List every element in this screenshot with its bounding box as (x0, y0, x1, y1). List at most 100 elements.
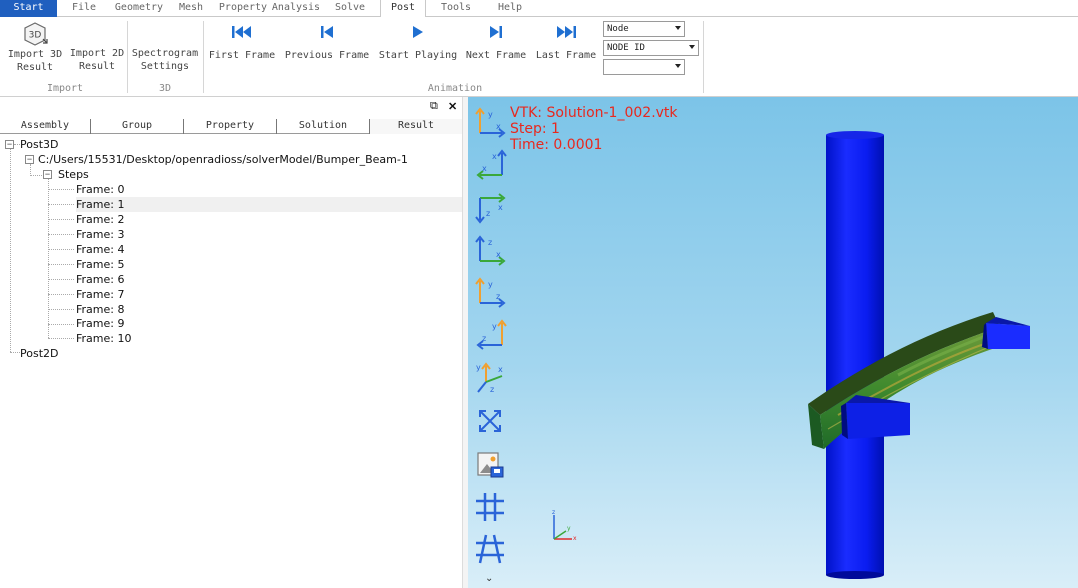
menu-geometry[interactable]: Geometry (110, 0, 168, 17)
tree-steps[interactable]: Steps (58, 167, 89, 182)
vtk-viewport[interactable]: VTK: Solution-1_002.vtk Step: 1 Time: 0.… (468, 97, 1078, 588)
start-playing-button[interactable]: Start Playing (376, 24, 460, 62)
tree-connector (48, 219, 74, 220)
crash-box-right (982, 317, 1030, 349)
frame-item[interactable]: Frame: 10 (76, 331, 131, 346)
view-yx-button[interactable]: x x (472, 147, 508, 185)
import-2d-result-button[interactable]: Import 2D Result (66, 47, 128, 73)
frame-item[interactable]: Frame: 6 (76, 272, 124, 287)
frame-item[interactable]: Frame: 7 (76, 287, 124, 302)
view-xz-icon: x z (475, 193, 506, 224)
mesh-grid-icon (476, 493, 504, 521)
tree-connector (48, 234, 74, 235)
previous-frame-button[interactable]: Previous Frame (282, 24, 372, 62)
screenshot-icon (477, 452, 504, 478)
svg-text:y: y (488, 110, 493, 119)
screenshot-button[interactable] (472, 447, 508, 485)
node-id-select[interactable]: NODE ID (603, 40, 699, 56)
view-xy-button[interactable]: y x (472, 105, 508, 143)
svg-text:y: y (488, 280, 493, 289)
tree-connector (48, 179, 49, 338)
crash-box-front (986, 323, 1030, 349)
view-xz-button[interactable]: x z (472, 190, 508, 228)
view-yz-button[interactable]: y z (472, 317, 508, 355)
tree-expander[interactable]: − (25, 155, 34, 164)
result-type-value: Node (607, 24, 629, 34)
tree-expander[interactable]: − (5, 140, 14, 149)
frame-item[interactable]: Frame: 5 (76, 257, 124, 272)
last-frame-button[interactable]: Last Frame (532, 24, 600, 62)
tree-expander[interactable]: − (43, 170, 52, 179)
spectrogram-settings-button[interactable]: Spectrogram Settings (130, 47, 200, 73)
previous-frame-label: Previous Frame (284, 50, 370, 61)
chevron-down-icon (675, 64, 681, 68)
frame-item[interactable]: Frame: 4 (76, 242, 124, 257)
tab-solution[interactable]: Solution (277, 119, 370, 134)
menu-tools[interactable]: Tools (432, 0, 480, 17)
component-select[interactable] (603, 59, 685, 75)
view-zy-icon: y z (475, 277, 506, 308)
tree-root-post2d[interactable]: Post2D (20, 346, 58, 361)
svg-text:z: z (552, 509, 555, 516)
pole-top (826, 131, 884, 139)
frame-item[interactable]: Frame: 8 (76, 302, 124, 317)
tab-result[interactable]: Result (370, 119, 462, 134)
isometric-view-button[interactable]: y x z (472, 360, 508, 398)
menu-start[interactable]: Start (0, 0, 57, 17)
tree-connector (10, 352, 20, 353)
first-frame-button[interactable]: First Frame (206, 24, 278, 62)
import-3d-result-button[interactable]: 3D Import 3D Result (4, 21, 66, 74)
fit-view-button[interactable] (472, 403, 508, 441)
panel-tabs: Assembly Group Property Solution Result (0, 119, 462, 134)
tree-connector (48, 264, 74, 265)
tree-model-path[interactable]: C:/Users/15531/Desktop/openradioss/solve… (38, 152, 408, 167)
pole-bottom (826, 571, 884, 579)
first-frame-label: First Frame (208, 50, 276, 61)
menu-solve[interactable]: Solve (328, 0, 372, 17)
view-zx-button[interactable]: z x (472, 233, 508, 271)
menu-post[interactable]: Post (380, 0, 426, 18)
result-type-select[interactable]: Node (603, 21, 685, 37)
menu-analysis[interactable]: Analysis (270, 0, 322, 17)
tab-group[interactable]: Group (91, 119, 184, 134)
orientation-axes-icon: z x y (552, 509, 577, 542)
tree-connector (30, 175, 42, 176)
frame-item[interactable]: Frame: 2 (76, 212, 124, 227)
svg-text:z: z (496, 292, 500, 301)
pole-body (826, 135, 884, 575)
svg-text:y: y (567, 525, 571, 532)
svg-text:z: z (482, 334, 486, 343)
import-3d-label-line2: Result (16, 62, 54, 73)
tree-connector (48, 189, 74, 190)
menu-file[interactable]: File (62, 0, 106, 17)
menu-mesh[interactable]: Mesh (172, 0, 210, 17)
crash-box-left (841, 395, 910, 439)
section-grid-button[interactable] (472, 531, 508, 569)
frame-item[interactable]: Frame: 3 (76, 227, 124, 242)
view-zy-button[interactable]: y z (472, 275, 508, 313)
menu-property[interactable]: Property (216, 0, 270, 17)
tab-assembly[interactable]: Assembly (0, 119, 91, 134)
import-3d-icon-text: 3D (29, 31, 42, 41)
svg-text:x: x (496, 250, 501, 259)
frame-item[interactable]: Frame: 0 (76, 182, 126, 197)
svg-text:z: z (488, 238, 492, 247)
fit-view-icon (479, 410, 501, 432)
frame-item[interactable]: Frame: 9 (76, 316, 124, 331)
toolbar-more-icon[interactable]: ⌄ (485, 573, 493, 584)
mesh-grid-button[interactable] (472, 489, 508, 527)
node-id-value: NODE ID (607, 43, 645, 53)
frame-item-selected[interactable]: Frame: 1 (76, 197, 462, 212)
result-panel: ⧉ ✕ Assembly Group Property Solution Res… (0, 97, 466, 588)
svg-text:x: x (573, 535, 577, 542)
close-panel-icon[interactable]: ✕ (448, 100, 457, 113)
float-panel-icon[interactable]: ⧉ (430, 100, 438, 113)
import-group-label: Import (46, 83, 84, 94)
ribbon-separator (203, 21, 204, 93)
ribbon-separator (703, 21, 704, 93)
menu-help[interactable]: Help (488, 0, 532, 17)
chevron-down-icon (689, 45, 695, 49)
tree-root-post3d[interactable]: Post3D (20, 137, 58, 152)
tab-property[interactable]: Property (184, 119, 277, 134)
next-frame-button[interactable]: Next Frame (462, 24, 530, 62)
